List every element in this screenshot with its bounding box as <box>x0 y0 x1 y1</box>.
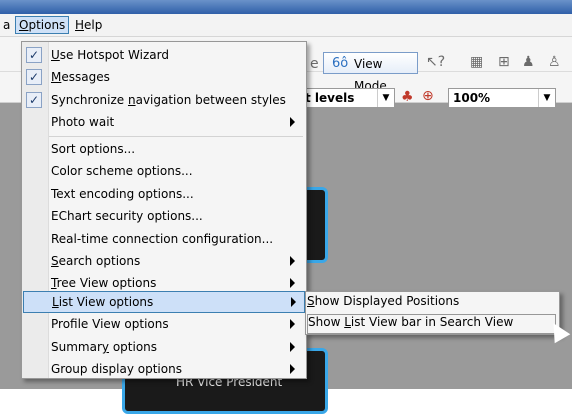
zoom-in-icon[interactable]: ⊕ <box>422 88 434 104</box>
label-text-rest: ist View options <box>58 295 154 309</box>
window-title-bar <box>0 0 572 14</box>
label-mnemonic: S <box>51 254 59 268</box>
label-text-rest: essages <box>61 70 110 84</box>
label-text: EChart security options... <box>51 209 203 223</box>
menu-help-mnemonic: H <box>75 18 85 32</box>
chevron-down-icon[interactable]: ▼ <box>377 89 394 107</box>
label-text-rest: se Hotspot Wizard <box>59 48 169 62</box>
person-icon[interactable]: ♙ <box>548 54 561 70</box>
options-menu-item[interactable]: Color scheme options... <box>23 161 303 183</box>
levels-value: t levels <box>305 91 355 105</box>
options-menu-item[interactable]: Real-time connection configuration... <box>23 229 303 251</box>
label-mnemonic: n <box>127 93 136 107</box>
label-text: Synchronize <box>51 93 128 107</box>
menu-item-label: Show List View bar in Search View <box>308 315 513 329</box>
label-mnemonic: L <box>344 315 351 329</box>
submenu-arrow-icon <box>291 297 296 307</box>
menu-item-label: Messages <box>51 70 110 84</box>
label-mnemonic: y <box>101 340 109 354</box>
label-text-rest: avigation between styles <box>135 93 286 107</box>
levels-dropdown[interactable]: t levels ▼ <box>300 88 395 108</box>
menu-item-label: Real-time connection configuration... <box>51 232 273 246</box>
menu-item-label: EChart security options... <box>51 209 203 223</box>
submenu-arrow-icon <box>290 278 295 288</box>
label-text-rest: how Displayed Positions <box>314 294 460 308</box>
submenu-arrow-icon <box>290 117 295 127</box>
label-text-rest: earch options <box>58 254 141 268</box>
menu-options-rest: ptions <box>28 18 66 32</box>
options-menu-item[interactable]: Profile View options <box>23 314 303 336</box>
label-text-rest: options <box>109 340 158 354</box>
menu-item-label: Text encoding options... <box>51 187 194 201</box>
menu-options[interactable]: Options <box>15 16 70 34</box>
submenu-arrow-icon <box>290 256 295 266</box>
label-text: Profile View options <box>51 317 169 331</box>
label-text: Group display options <box>51 362 182 376</box>
options-menu-item[interactable]: Summary options <box>23 337 303 359</box>
label-text: Color scheme options... <box>51 164 193 178</box>
help-pointer-icon[interactable]: ↖? <box>426 54 445 70</box>
options-menu-item[interactable]: ✓ Use Hotspot Wizard <box>23 45 303 67</box>
options-menu-item[interactable]: ✓ Messages <box>23 67 303 89</box>
label-mnemonic: S <box>307 294 315 308</box>
menu-item-label: Color scheme options... <box>51 164 193 178</box>
menu-help[interactable]: Help <box>72 17 105 33</box>
menu-item-label: List View options <box>52 295 153 309</box>
submenu-item[interactable]: Show Displayed Positions <box>307 294 556 314</box>
menu-item-label: Sort options... <box>51 142 135 156</box>
zoom-value: 100% <box>453 91 491 105</box>
menu-help-rest: elp <box>84 18 103 32</box>
submenu-arrow-icon <box>290 319 295 329</box>
label-text-rest: ist View bar in Search View <box>350 315 514 329</box>
menu-item-label: Use Hotspot Wizard <box>51 48 169 62</box>
label-text: Sort options... <box>51 142 136 156</box>
menu-bar: a Options Help <box>0 14 572 37</box>
checkmark-icon: ✓ <box>26 69 42 85</box>
label-mnemonic: M <box>51 70 62 84</box>
submenu-item[interactable]: Show List View bar in Search View <box>307 314 556 334</box>
checkmark-icon: ✓ <box>26 92 42 108</box>
options-menu-item[interactable]: Text encoding options... <box>23 184 303 206</box>
label-text: Real-time connection configuration... <box>51 232 274 246</box>
menu-item-label: Profile View options <box>51 317 169 331</box>
label-mnemonic: U <box>51 48 60 62</box>
options-menu-item[interactable]: List View options <box>23 291 305 313</box>
submenu-arrow-icon <box>290 342 295 352</box>
menu-item-label: Show Displayed Positions <box>307 294 459 308</box>
label-text-rest: ree View options <box>56 276 157 290</box>
options-menu-item[interactable]: EChart security options... <box>23 206 303 228</box>
chart-icon-1[interactable]: ▦ <box>470 54 483 70</box>
chevron-down-icon[interactable]: ▼ <box>538 89 555 107</box>
chart-icon-2[interactable]: ⊞ <box>498 54 510 70</box>
options-menu-item[interactable]: Sort options... <box>23 139 303 161</box>
label-text: Photo wait <box>51 115 115 129</box>
checkmark-icon: ✓ <box>26 47 42 63</box>
label-mnemonic: L <box>52 295 59 309</box>
zoom-dropdown[interactable]: 100% ▼ <box>448 88 556 108</box>
menu-item-label: Group display options <box>51 362 182 376</box>
org-tree-icon[interactable]: ♣ <box>401 89 414 105</box>
menu-item-label: Synchronize navigation between styles <box>51 93 286 107</box>
label-text: Text encoding options... <box>51 187 194 201</box>
options-menu-item[interactable]: Photo wait <box>23 112 303 134</box>
menu-item-label: Photo wait <box>51 115 114 129</box>
options-menu-item[interactable]: Group display options <box>23 359 303 381</box>
options-menu-item[interactable]: ✓ Synchronize navigation between styles <box>23 90 303 112</box>
label-text: Summar <box>51 340 102 354</box>
view-mode-button[interactable]: 6ô View Mode <box>323 52 418 93</box>
menu-item-label: Summary options <box>51 340 157 354</box>
glasses-icon: 6ô <box>332 56 349 71</box>
menu-separator <box>49 136 303 137</box>
label-text: Show <box>308 315 345 329</box>
people-icon[interactable]: ♟ <box>522 54 535 70</box>
menu-item-label: Tree View options <box>51 276 156 290</box>
menu-partial-item[interactable]: a <box>0 17 13 33</box>
menu-item-label: Search options <box>51 254 140 268</box>
partial-toolbar-glyph: e <box>310 56 319 72</box>
submenu-arrow-icon <box>290 364 295 374</box>
options-menu-item[interactable]: Search options <box>23 251 303 273</box>
